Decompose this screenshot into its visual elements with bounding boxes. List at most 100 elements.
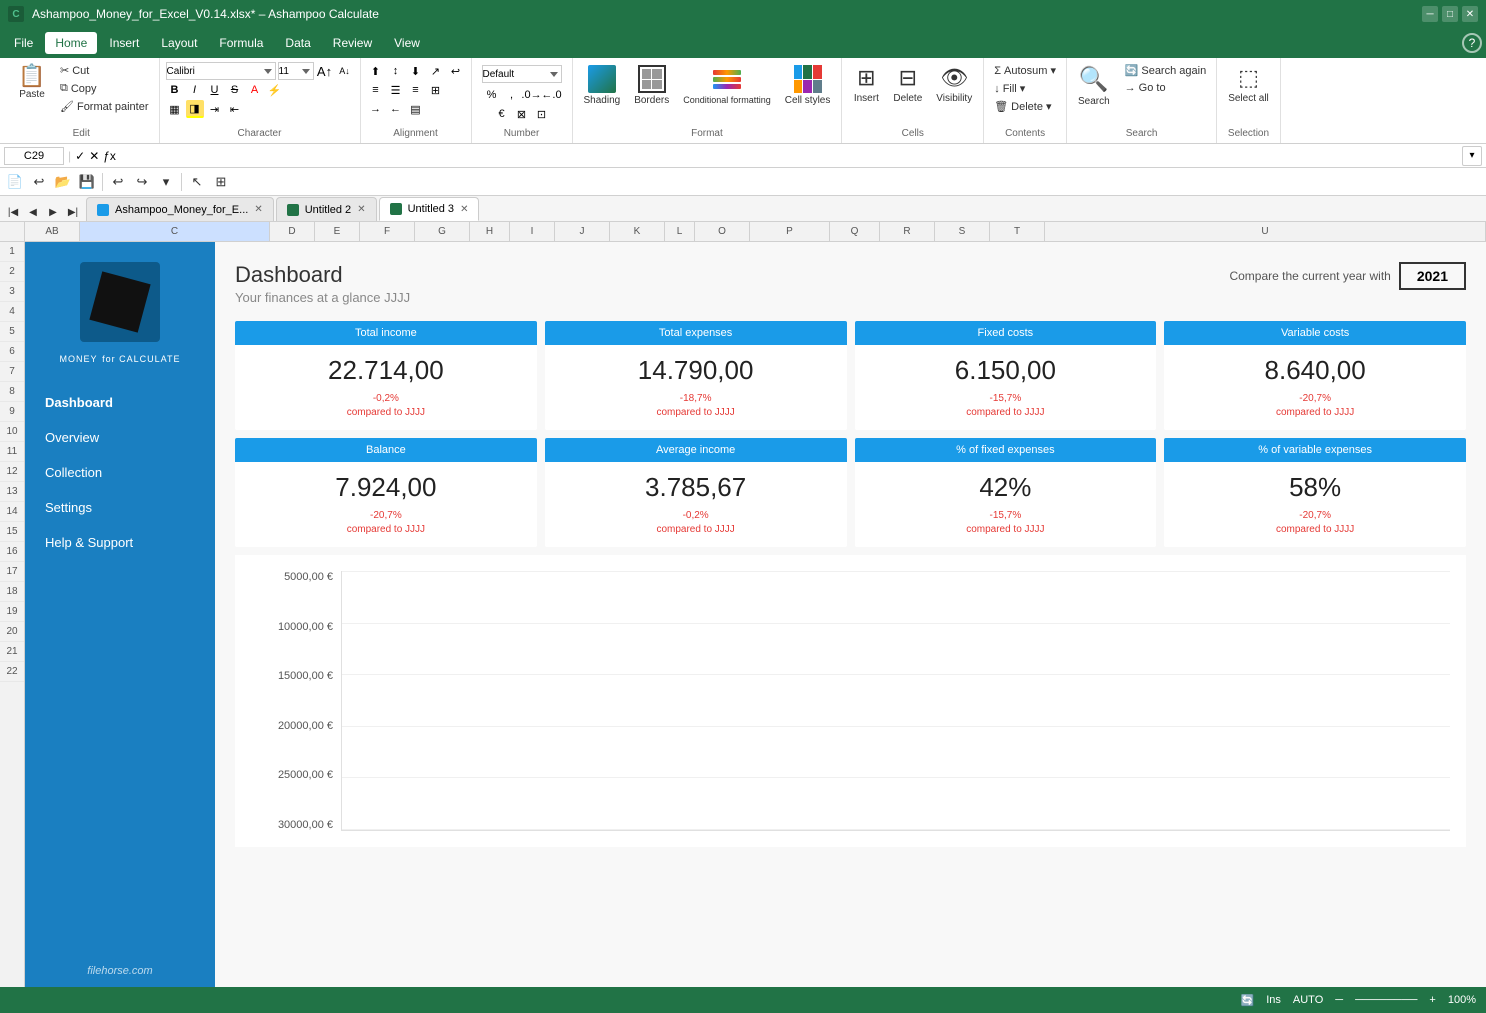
sheet-nav-prev[interactable]: ◀ bbox=[24, 203, 42, 221]
undo-list-button[interactable]: ▾ bbox=[155, 171, 177, 193]
paste-button[interactable]: 📋 Paste bbox=[10, 62, 54, 103]
cursor-button[interactable]: ↖ bbox=[186, 171, 208, 193]
menu-view[interactable]: View bbox=[384, 32, 430, 54]
row-22[interactable]: 22 bbox=[0, 662, 24, 682]
row-18[interactable]: 18 bbox=[0, 582, 24, 602]
row-11[interactable]: 11 bbox=[0, 442, 24, 462]
conditional-formatting-button[interactable]: Conditional formatting bbox=[678, 62, 776, 108]
menu-layout[interactable]: Layout bbox=[151, 32, 207, 54]
year-box[interactable]: 2021 bbox=[1399, 262, 1466, 290]
delete-button[interactable]: ⊟ Delete bbox=[888, 62, 927, 107]
contents-delete-button[interactable]: 🗑 Delete ▾ bbox=[990, 98, 1060, 115]
col-r[interactable]: R bbox=[880, 222, 935, 241]
menu-data[interactable]: Data bbox=[275, 32, 320, 54]
sidebar-nav-collection[interactable]: Collection bbox=[25, 455, 215, 490]
fill-button[interactable]: ↓ Fill ▾ bbox=[990, 80, 1060, 97]
col-q[interactable]: Q bbox=[830, 222, 880, 241]
sheet-nav-next[interactable]: ▶ bbox=[44, 203, 62, 221]
align-left-button[interactable]: ≡ bbox=[367, 81, 385, 99]
col-o[interactable]: O bbox=[695, 222, 750, 241]
menu-review[interactable]: Review bbox=[323, 32, 382, 54]
new-file-button[interactable]: 📄 bbox=[4, 171, 26, 193]
col-d[interactable]: D bbox=[270, 222, 315, 241]
tab-close-ashampoo[interactable]: ✕ bbox=[254, 204, 262, 215]
save-button[interactable]: 💾 bbox=[76, 171, 98, 193]
merge-cells-button[interactable]: ⊞ bbox=[427, 81, 445, 99]
undo-toolbar-button[interactable]: ↩ bbox=[28, 171, 50, 193]
tab-ashampoo[interactable]: Ashampoo_Money_for_E... ✕ bbox=[86, 197, 274, 221]
font-shrink-button[interactable]: A↓ bbox=[336, 62, 354, 80]
sidebar-nav-overview[interactable]: Overview bbox=[25, 420, 215, 455]
row-20[interactable]: 20 bbox=[0, 622, 24, 642]
minimize-button[interactable]: ─ bbox=[1422, 6, 1438, 22]
bold-button[interactable]: B bbox=[166, 81, 184, 99]
sidebar-nav-help[interactable]: Help & Support bbox=[25, 525, 215, 560]
italic-button[interactable]: I bbox=[186, 81, 204, 99]
col-s[interactable]: S bbox=[935, 222, 990, 241]
row-17[interactable]: 17 bbox=[0, 562, 24, 582]
text-highlight-button[interactable]: ⚡ bbox=[266, 81, 284, 99]
tab-close-untitled2[interactable]: ✕ bbox=[357, 204, 365, 215]
minus-zoom[interactable]: ─ bbox=[1335, 994, 1343, 1006]
wrap-text-button[interactable]: ↩ bbox=[447, 62, 465, 80]
sheet-nav-last[interactable]: ▶| bbox=[64, 203, 82, 221]
row-7[interactable]: 7 bbox=[0, 362, 24, 382]
col-p[interactable]: P bbox=[750, 222, 830, 241]
num-misc1[interactable]: ⊠ bbox=[513, 105, 531, 123]
col-e[interactable]: E bbox=[315, 222, 360, 241]
row-10[interactable]: 10 bbox=[0, 422, 24, 442]
align-bottom-button[interactable]: ⬇ bbox=[407, 62, 425, 80]
align-top-button[interactable]: ⬆ bbox=[367, 62, 385, 80]
row-19[interactable]: 19 bbox=[0, 602, 24, 622]
sidebar-nav-dashboard[interactable]: Dashboard bbox=[25, 385, 215, 420]
formula-input[interactable] bbox=[120, 149, 1458, 163]
increase-decimal-button[interactable]: .0→ bbox=[523, 86, 541, 104]
align-center-button[interactable]: ☰ bbox=[387, 81, 405, 99]
copy-button[interactable]: ⧉ Copy bbox=[56, 80, 153, 97]
zoom-slider[interactable]: ──────── bbox=[1355, 994, 1417, 1006]
row-12[interactable]: 12 bbox=[0, 462, 24, 482]
menu-file[interactable]: File bbox=[4, 32, 43, 54]
align-indent-button[interactable]: ⇥ bbox=[206, 100, 224, 118]
row-8[interactable]: 8 bbox=[0, 382, 24, 402]
visibility-button[interactable]: 👁 Visibility bbox=[931, 62, 977, 107]
row-4[interactable]: 4 bbox=[0, 302, 24, 322]
border-button[interactable]: ▦ bbox=[166, 100, 184, 118]
menu-home[interactable]: Home bbox=[45, 32, 97, 54]
align-justify-button[interactable]: ▤ bbox=[407, 100, 425, 118]
thousand-sep-button[interactable]: , bbox=[503, 86, 521, 104]
text-rotate-button[interactable]: ↗ bbox=[427, 62, 445, 80]
font-grow-button[interactable]: A↑ bbox=[316, 62, 334, 80]
shading-button[interactable]: Shading bbox=[579, 62, 626, 109]
sidebar-nav-settings[interactable]: Settings bbox=[25, 490, 215, 525]
maximize-button[interactable]: □ bbox=[1442, 6, 1458, 22]
row-13[interactable]: 13 bbox=[0, 482, 24, 502]
borders-button[interactable]: Borders bbox=[629, 62, 674, 109]
formula-cancel-button[interactable]: ✕ bbox=[89, 149, 99, 163]
menu-insert[interactable]: Insert bbox=[99, 32, 149, 54]
indent-more-button[interactable]: → bbox=[367, 100, 385, 118]
col-k[interactable]: K bbox=[610, 222, 665, 241]
col-u[interactable]: U bbox=[1045, 222, 1486, 241]
row-5[interactable]: 5 bbox=[0, 322, 24, 342]
formula-accept-button[interactable]: ✓ bbox=[75, 149, 85, 163]
font-select[interactable]: Calibri bbox=[166, 62, 276, 80]
cell-reference-box[interactable] bbox=[4, 147, 64, 165]
col-t[interactable]: T bbox=[990, 222, 1045, 241]
row-1[interactable]: 1 bbox=[0, 242, 24, 262]
tab-untitled2[interactable]: Untitled 2 ✕ bbox=[276, 197, 377, 221]
redo-button[interactable]: ↪ bbox=[131, 171, 153, 193]
col-ab[interactable]: AB bbox=[25, 222, 80, 241]
window-controls[interactable]: ─ □ ✕ bbox=[1422, 6, 1478, 22]
menu-formula[interactable]: Formula bbox=[209, 32, 273, 54]
align-right-button[interactable]: ≡ bbox=[407, 81, 425, 99]
font-color-button[interactable]: A bbox=[246, 81, 264, 99]
num-misc2[interactable]: ⊡ bbox=[533, 105, 551, 123]
close-button[interactable]: ✕ bbox=[1462, 6, 1478, 22]
undo-button[interactable]: ↩ bbox=[107, 171, 129, 193]
sheet-nav-first[interactable]: |◀ bbox=[4, 203, 22, 221]
toolbar-misc[interactable]: ⊞ bbox=[210, 171, 232, 193]
row-16[interactable]: 16 bbox=[0, 542, 24, 562]
row-6[interactable]: 6 bbox=[0, 342, 24, 362]
row-14[interactable]: 14 bbox=[0, 502, 24, 522]
